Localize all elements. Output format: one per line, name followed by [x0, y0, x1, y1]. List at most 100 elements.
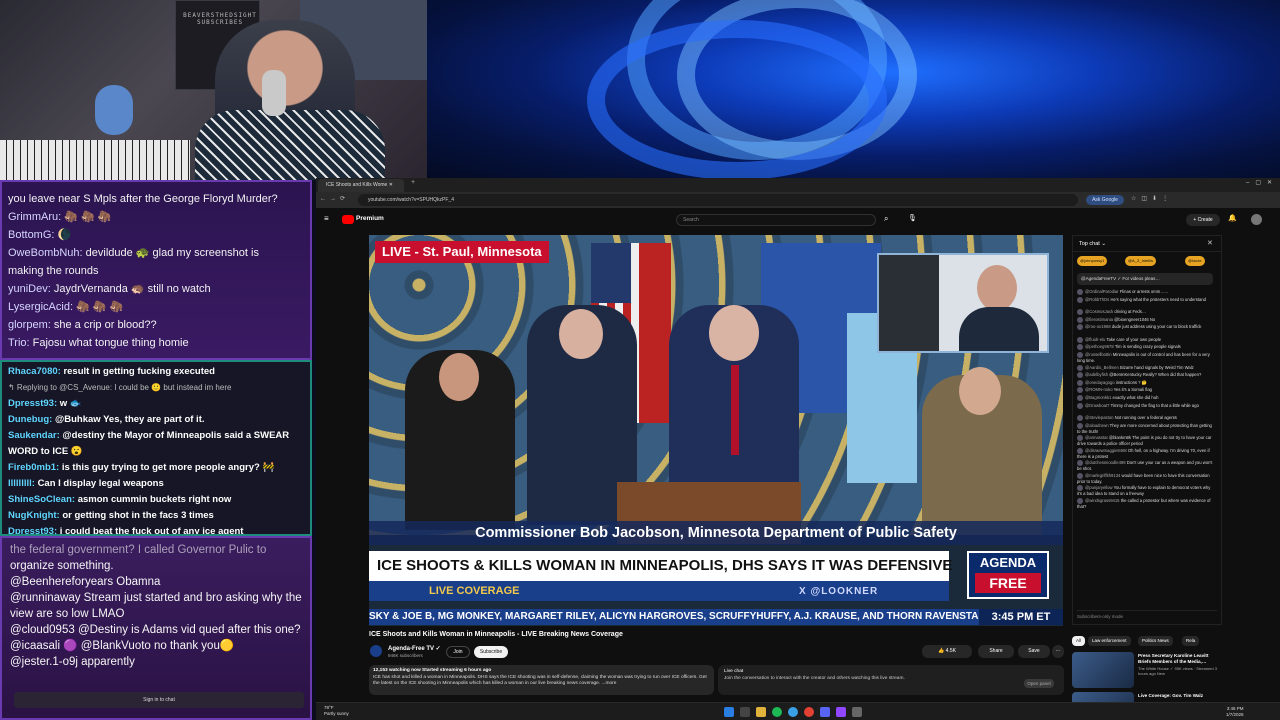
chat-username[interactable]: @russellbottin	[1085, 352, 1112, 357]
create-button[interactable]: + Create	[1186, 214, 1220, 226]
chat-username[interactable]: @CosmosJack	[1085, 309, 1113, 314]
file-explorer-icon[interactable]	[756, 707, 766, 717]
chat-avatar[interactable]	[1077, 387, 1083, 394]
microphone-icon[interactable]: 🎙	[908, 214, 917, 222]
chat-line: WORD to ICE 😮	[8, 446, 83, 457]
bell-icon[interactable]: 🔔	[1228, 214, 1237, 222]
chat-input-placeholder[interactable]: Subscribers-only mode	[1077, 610, 1217, 622]
chat-avatar[interactable]	[1077, 402, 1083, 409]
chat-avatar[interactable]	[1077, 296, 1083, 303]
chat-username[interactable]: @roo-oo1968	[1085, 324, 1111, 329]
join-button[interactable]: Join	[446, 646, 470, 658]
chat-avatar[interactable]	[1077, 324, 1083, 331]
recommended-title[interactable]: Press Secretary Karoline Leavitt Briefs …	[1138, 653, 1222, 665]
tab-law-enforcement[interactable]: Law enforcement	[1088, 636, 1131, 646]
video-thumbnail[interactable]	[1072, 652, 1134, 688]
chat-username[interactable]: @Stevlepaston	[1085, 415, 1113, 420]
window-controls-icon[interactable]: –▢✕	[1246, 179, 1278, 186]
channel-avatar[interactable]	[370, 645, 382, 657]
recommended-video[interactable]: Press Secretary Karoline Leavitt Briefs …	[1072, 652, 1222, 688]
spotify-icon[interactable]	[772, 707, 782, 717]
chrome-icon[interactable]	[804, 707, 814, 717]
chat-username[interactable]: @pethoeg9678	[1085, 345, 1114, 350]
live-chat-collapsed: Live chat Join the conversation to inter…	[718, 665, 1064, 695]
chat-avatar[interactable]	[1077, 364, 1083, 371]
subscribe-button[interactable]: Subscribe	[474, 646, 508, 658]
chat-avatar[interactable]	[1077, 344, 1083, 351]
ask-google-button[interactable]: Ask Google	[1086, 195, 1124, 205]
tab-youtube[interactable]: ICE Shoots and Kills Wome ✕	[318, 179, 404, 192]
search-input[interactable]: Search	[676, 214, 876, 226]
chat-username[interactable]: @Bagmonkk1	[1085, 395, 1111, 400]
chat-username[interactable]: @marlegriffith9134	[1085, 473, 1120, 478]
chat-username[interactable]: @punjaryellow	[1085, 485, 1113, 490]
chat-line: you leave near S Mpls after the George F…	[8, 193, 278, 205]
chat-avatar[interactable]	[1077, 379, 1083, 386]
channel-name[interactable]: Agenda-Free TV ✓	[388, 645, 441, 652]
chat-username[interactable]: @fluidr-elu	[1085, 337, 1105, 342]
headline-bar: ICE SHOOTS & KILLS WOMAN IN MINNEAPOLIS,…	[369, 551, 952, 581]
chat-username[interactable]: @armasstat	[1085, 435, 1108, 440]
video-description[interactable]: 12,153 watching now Started streaming 6 …	[369, 665, 714, 695]
chat-panel-bottom: the federal government? I called Governo…	[0, 536, 312, 720]
search-icon[interactable]: ⌕	[884, 214, 888, 224]
chat-text: Yes it's a Somali flag	[1113, 387, 1152, 393]
twitch-icon[interactable]	[836, 707, 846, 717]
share-button[interactable]: Share	[978, 645, 1014, 658]
tab-politics-news[interactable]: Politics News	[1138, 636, 1173, 646]
system-clock[interactable]: 3:46 PM 1/7/2026	[1226, 706, 1244, 718]
chat-avatar[interactable]	[1077, 372, 1083, 379]
chat-avatar[interactable]	[1077, 415, 1083, 421]
video-player[interactable]: LIVE - St. Paul, Minnesota Commissioner …	[369, 235, 1063, 626]
chat-avatar[interactable]	[1077, 316, 1083, 323]
save-button[interactable]: Save	[1018, 645, 1050, 658]
menu-icon[interactable]: ≡	[324, 214, 329, 223]
chat-avatar[interactable]	[1077, 394, 1083, 401]
recommended-title[interactable]: Live Coverage: Gov. Tim Walz	[1138, 693, 1222, 699]
open-panel-button[interactable]: Open panel	[1024, 679, 1054, 688]
chat-username[interactable]: @fierostimania	[1085, 317, 1113, 322]
chat-avatar[interactable]	[1077, 309, 1083, 316]
close-icon[interactable]: ✕	[389, 182, 393, 188]
avatar[interactable]	[1251, 214, 1262, 225]
nav-arrows-icon[interactable]: ←→⟳	[320, 195, 349, 202]
sign-in-to-chat-button[interactable]: Sign in to chat	[14, 692, 304, 708]
chat-username[interactable]: @adelbyfish	[1085, 372, 1108, 377]
url-field[interactable]: youtube.com/watch?v=SPUHQkzPF_4	[358, 194, 1078, 206]
chat-avatar[interactable]	[1077, 336, 1083, 343]
pinned-message[interactable]: @AgendaFreeTV ✓ For videos pleas…	[1077, 273, 1213, 285]
chat-message: @punjaryellow You formally have to expla…	[1077, 485, 1213, 496]
start-icon[interactable]	[724, 707, 734, 717]
discord-icon[interactable]	[820, 707, 830, 717]
chat-username[interactable]: @aloadrown	[1085, 423, 1109, 428]
chat-line: Trio: Fajosu what tongue thing homie	[8, 337, 189, 349]
tab-related[interactable]: Rela	[1182, 636, 1200, 646]
chat-username[interactable]: @windsgrass9415	[1085, 498, 1120, 503]
new-tab-icon[interactable]: +	[411, 179, 415, 186]
app-icon[interactable]	[852, 707, 862, 717]
chat-username[interactable]: @ROMN-noko	[1085, 387, 1113, 392]
supporter-chip[interactable]: @louze	[1185, 256, 1205, 266]
chat-username[interactable]: @Drawboat7	[1085, 403, 1110, 408]
chat-username[interactable]: @OrdinalParodiar	[1085, 289, 1119, 294]
youtube-logo-icon[interactable]	[342, 215, 354, 224]
more-button[interactable]: ···	[1052, 645, 1064, 658]
like-button[interactable]: 👍 4.5K	[922, 645, 972, 658]
tab-all[interactable]: All	[1072, 636, 1086, 646]
close-icon[interactable]: ✕	[1207, 239, 1213, 247]
chat-username[interactable]: @RobbThDs	[1085, 297, 1109, 302]
weather-widget[interactable]: 78°F Partly sunny	[324, 705, 349, 717]
chat-username[interactable]: @onedayagogo	[1085, 380, 1115, 385]
commissioner-tie	[731, 365, 739, 455]
toolbar-extension-icon[interactable]: ☆◫⬇⋮	[1131, 195, 1173, 202]
search-icon[interactable]	[740, 707, 750, 717]
chat-username[interactable]: @dutchessnoodle498	[1085, 460, 1126, 465]
supporter-chip[interactable]: @johnpossy1	[1077, 256, 1108, 266]
chat-avatar[interactable]	[1077, 289, 1083, 295]
chat-username[interactable]: @Aardio_Bellmen	[1085, 365, 1119, 370]
chat-text: He's saying what the protesters need to …	[1110, 296, 1206, 302]
supporter-chip[interactable]: @A_Z_Intellis	[1125, 256, 1156, 266]
edge-icon[interactable]	[788, 707, 798, 717]
chat-username[interactable]: @disraewmaggie9468	[1085, 448, 1127, 453]
top-chat-dropdown[interactable]: Top chat ⌄	[1073, 236, 1221, 252]
